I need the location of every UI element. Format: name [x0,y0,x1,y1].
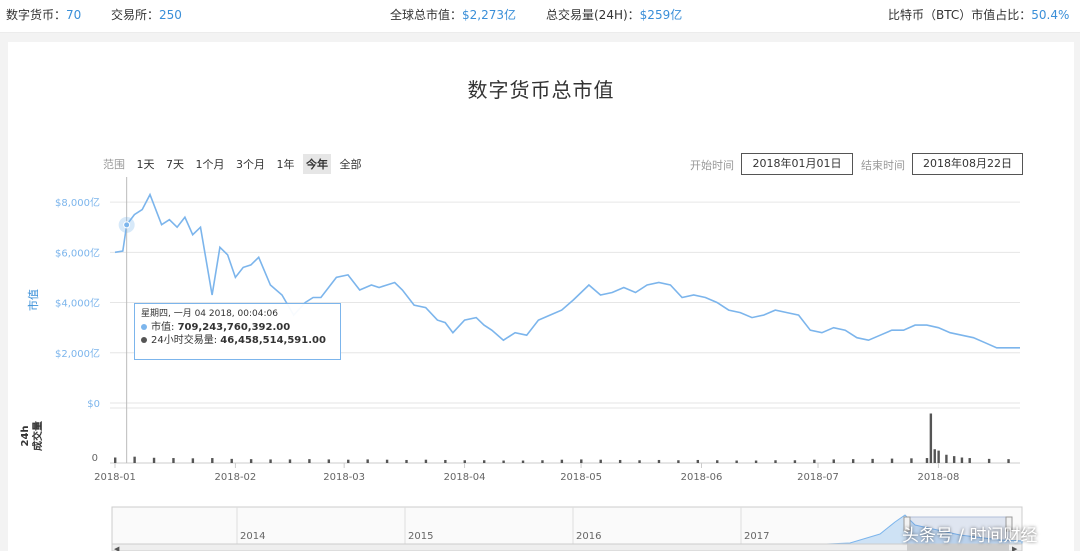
market-cap-chart[interactable]: $0 $2,000亿 $4,000亿 $6,000亿 $8,000亿 0 2018-01 2… [0,0,1080,551]
volume-bar [851,459,855,463]
volume-bar [1007,459,1010,463]
volume-bar [987,458,991,463]
volume-bar [133,456,136,463]
volume-bar [152,457,156,463]
chart-tooltip: 星期四, 一月 04 2018, 00:04:06 市值: 709,243,76… [134,303,341,360]
volume-bar [327,459,331,463]
volume-bar [211,458,214,463]
volume-bar [937,450,940,463]
y-axis-title: 市值 [26,289,40,311]
navigator-year-2015: 2015 [408,531,433,542]
volume-bar [618,459,622,463]
tooltip-cap-value: 709,243,760,392.00 [177,322,291,333]
volume-bar [347,459,350,463]
volume-bar [249,459,253,463]
y-tick-label: $4,000亿 [55,297,100,310]
volume-bar [871,458,874,463]
volume-bar [910,458,913,463]
volume-bar [541,460,544,463]
volume-bar [560,459,564,463]
volume-bar [463,460,466,463]
volume-bar [191,458,195,463]
volume-bar [424,459,428,463]
volume-bar [366,459,369,463]
volume-bar [832,459,835,463]
volume-bar [444,459,447,463]
navigator[interactable]: 2014 2015 2016 2017 ◀ ▶ [111,506,1023,551]
volume-bar [793,460,797,463]
volume-bar [405,459,408,463]
volume-bar [502,460,505,463]
volume-bar [933,449,936,463]
volume-bar [482,460,486,463]
navigator-scrollbar-track[interactable] [111,543,1023,551]
y-tick-label: $0 [87,399,100,410]
volume-bar [172,458,175,463]
scroll-left-arrow-icon[interactable]: ◀ [114,545,120,551]
x-tick-label: 2018-08 [918,472,960,483]
volume-bar [890,458,894,463]
volume-bar [521,460,525,463]
volume-bar [929,413,933,463]
y-tick-label: $6,000亿 [55,246,100,259]
volume-bar [774,460,777,463]
volume-bar [580,459,583,463]
volume-bar [716,460,719,463]
volume-bar [114,457,117,463]
volume-bar [968,458,971,463]
volume-bar [385,459,389,463]
volume-bar [945,454,948,463]
hover-marker [123,221,131,229]
volume-bar [925,458,929,463]
volume-bar [657,459,661,463]
volume-bar [288,459,292,463]
volume-bar [960,457,964,463]
navigator-year-2016: 2016 [576,531,601,542]
volume-bar [230,458,233,463]
x-tick-label: 2018-06 [681,472,723,483]
x-tick-label: 2018-05 [560,472,602,483]
volume-bar [269,459,272,463]
volume-axis-title-line1: 24h [20,425,31,446]
tooltip-cap-label: 市值: [151,322,178,333]
volume-bar [638,460,641,463]
tooltip-volume-value: 46,458,514,591.00 [220,335,326,346]
x-tick-label: 2018-07 [797,472,839,483]
volume-bar [735,460,738,463]
volume-y-tick-label: 0 [92,453,98,464]
tooltip-cap-row: 市值: 709,243,760,392.00 [141,321,334,334]
x-tick-label: 2018-02 [215,472,257,483]
volume-bar [677,460,680,463]
volume-bar [308,459,311,463]
volume-bar [754,460,758,463]
x-tick-label: 2018-01 [94,472,136,483]
navigator-year-2014: 2014 [240,531,265,542]
x-tick-label: 2018-04 [444,472,486,483]
tooltip-date: 星期四, 一月 04 2018, 00:04:06 [141,309,278,319]
watermark: 头条号 / 时间财经 [902,526,1038,546]
tooltip-volume-label: 24小时交易量: [151,335,221,346]
volume-axis-title-line2: 成交量 [31,421,44,451]
volume-dot-icon [141,337,147,343]
x-tick-label: 2018-03 [323,472,365,483]
y-tick-label: $2,000亿 [55,347,100,360]
volume-bar [599,459,602,463]
cap-dot-icon [141,324,147,330]
volume-bar [696,459,700,463]
volume-bar [952,456,956,463]
y-tick-label: $8,000亿 [55,196,100,209]
tooltip-volume-row: 24小时交易量: 46,458,514,591.00 [141,334,334,347]
navigator-year-2017: 2017 [744,531,769,542]
volume-bar [813,459,816,463]
